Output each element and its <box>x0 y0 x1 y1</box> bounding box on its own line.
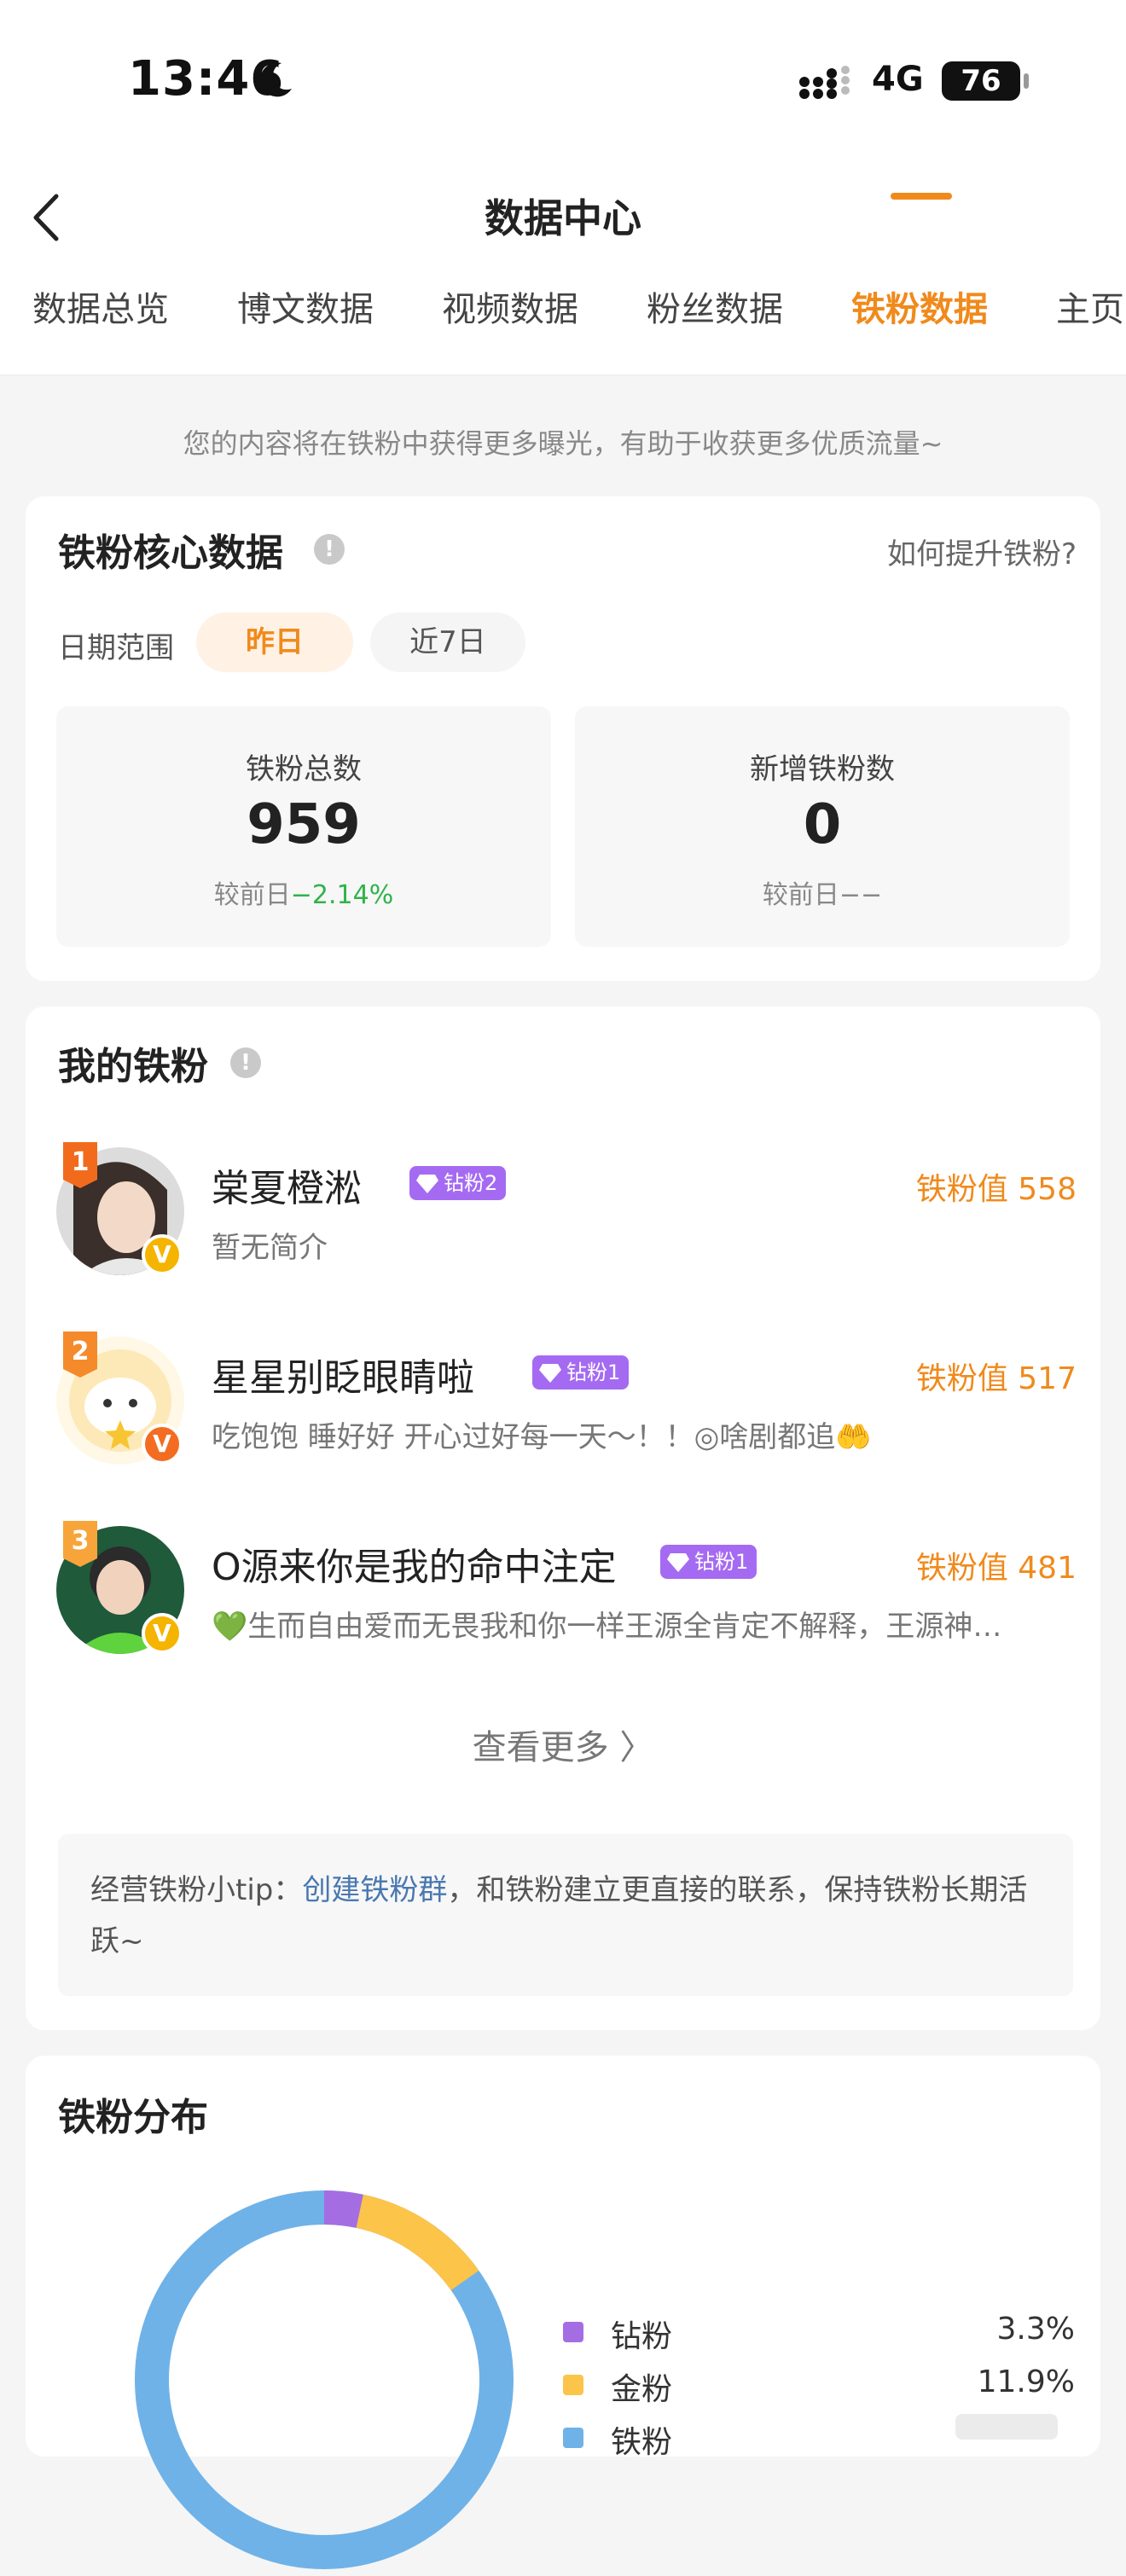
how-to-improve-link[interactable]: 如何提升铁粉? <box>887 531 1077 572</box>
iron-fan-value: 铁粉值 481 <box>915 1551 1077 1586</box>
my-iron-fans-card: 我的铁粉 ! 1 V 棠夏橙淞 钻粉2 铁粉值 558 暂无简介 2 V 星星别… <box>26 1007 1100 2030</box>
info-icon[interactable]: ! <box>230 1047 261 1078</box>
fan-bio: 暂无简介 <box>212 1231 328 1265</box>
stat-label: 铁粉总数 <box>246 752 362 786</box>
stat-value: 0 <box>803 793 842 856</box>
active-tab-indicator <box>891 193 952 200</box>
diamond-icon <box>416 1175 438 1193</box>
core-data-card: 铁粉核心数据 ! 如何提升铁粉? 日期范围 昨日 近7日 铁粉总数 959 较前… <box>26 496 1100 981</box>
tip-prefix: 经营铁粉小tip： <box>90 1873 303 1907</box>
fan-list-item[interactable]: 1 V 棠夏橙淞 钻粉2 铁粉值 558 暂无简介 <box>26 1142 1100 1301</box>
moon-icon <box>260 62 292 97</box>
rank-badge: 2 <box>60 1332 101 1378</box>
fan-name[interactable]: 星星别眨眼睛啦 <box>212 1347 474 1401</box>
range-7days[interactable]: 近7日 <box>370 612 525 672</box>
range-yesterday[interactable]: 昨日 <box>196 612 353 672</box>
status-bar: 13:46 4G 76 <box>0 0 1126 162</box>
fan-list-item[interactable]: 2 V 星星别眨眼睛啦 钻粉1 铁粉值 517 吃饱饱 睡好好 开心过好每一天～… <box>26 1332 1100 1490</box>
info-icon[interactable]: ! <box>314 534 345 565</box>
page-title: 数据中心 <box>485 195 641 241</box>
stat-compare: 较前日−2.14% <box>213 880 394 910</box>
legend-swatch <box>563 2375 583 2395</box>
battery-icon: 76 <box>942 61 1029 101</box>
fan-bio: 💚生而自由爱而无畏我和你一样王源全肯定不解释，王源神… <box>212 1610 1002 1644</box>
verified-icon: V <box>142 1424 183 1465</box>
fan-list-item[interactable]: 3 V O源来你是我的命中注定 钻粉1 铁粉值 481 💚生而自由爱而无畏我和你… <box>26 1521 1100 1680</box>
rank-badge: 3 <box>60 1521 101 1567</box>
diamond-icon <box>667 1553 689 1572</box>
level-badge: 钻粉2 <box>409 1166 507 1200</box>
stat-total-iron-fans: 铁粉总数 959 较前日−2.14% <box>56 706 551 947</box>
distribution-title: 铁粉分布 <box>58 2096 208 2139</box>
stat-value: 959 <box>247 793 361 856</box>
iron-fan-value: 铁粉值 558 <box>915 1172 1077 1207</box>
stat-change: −− <box>839 880 883 910</box>
legend-swatch <box>563 2428 583 2448</box>
view-more-button[interactable]: 查看更多 〉 <box>26 1720 1100 1769</box>
watermark-icon <box>955 2414 1058 2440</box>
verified-icon: V <box>142 1613 183 1654</box>
nav-bar: 数据中心 数据总览 博文数据 视频数据 粉丝数据 铁粉数据 主页 <box>0 162 1126 375</box>
fan-bio: 吃饱饱 睡好好 开心过好每一天～！！◎啥剧都追🤲 <box>212 1420 872 1454</box>
tab-iron-fans[interactable]: 铁粉数据 <box>851 281 988 331</box>
stat-label: 新增铁粉数 <box>750 752 895 786</box>
verified-icon: V <box>142 1234 183 1275</box>
distribution-donut-chart <box>135 2190 514 2569</box>
tab-followers[interactable]: 粉丝数据 <box>647 281 783 331</box>
fan-name[interactable]: O源来你是我的命中注定 <box>212 1536 617 1591</box>
tab-posts[interactable]: 博文数据 <box>237 281 374 331</box>
signal-icon <box>799 66 850 99</box>
distribution-card: 铁粉分布 钻粉 3.3% 金粉 11.9% 铁粉 <box>26 2056 1100 2569</box>
tab-overview[interactable]: 数据总览 <box>32 281 169 331</box>
rank-badge: 1 <box>60 1142 101 1188</box>
create-group-link[interactable]: 创建铁粉群 <box>302 1873 447 1907</box>
core-data-title: 铁粉核心数据 <box>58 531 283 575</box>
tab-bar: 数据总览 博文数据 视频数据 粉丝数据 铁粉数据 主页 <box>0 281 1126 375</box>
level-badge: 钻粉1 <box>532 1355 630 1390</box>
my-iron-fans-title: 我的铁粉 <box>58 1045 208 1088</box>
tab-video[interactable]: 视频数据 <box>442 281 578 331</box>
stat-change: −2.14% <box>290 880 394 910</box>
date-range-label: 日期范围 <box>58 631 174 665</box>
legend-diamond: 钻粉 3.3% <box>563 2312 1075 2354</box>
stat-new-iron-fans: 新增铁粉数 0 较前日−− <box>575 706 1070 947</box>
legend-swatch <box>563 2322 583 2342</box>
legend-gold: 金粉 11.9% <box>563 2364 1075 2407</box>
level-badge: 钻粉1 <box>660 1545 757 1579</box>
diamond-icon <box>539 1364 561 1383</box>
iron-fan-value: 铁粉值 517 <box>915 1361 1077 1396</box>
exposure-notice: 您的内容将在铁粉中获得更多曝光，有助于收获更多优质流量~ <box>183 427 943 460</box>
tip-box: 经营铁粉小tip：创建铁粉群，和铁粉建立更直接的联系，保持铁粉长期活跃~ <box>58 1834 1073 1996</box>
network-type: 4G <box>872 60 924 99</box>
fan-name[interactable]: 棠夏橙淞 <box>212 1157 362 1212</box>
stat-compare: 较前日−− <box>762 880 883 910</box>
tab-homepage[interactable]: 主页 <box>1056 281 1124 331</box>
